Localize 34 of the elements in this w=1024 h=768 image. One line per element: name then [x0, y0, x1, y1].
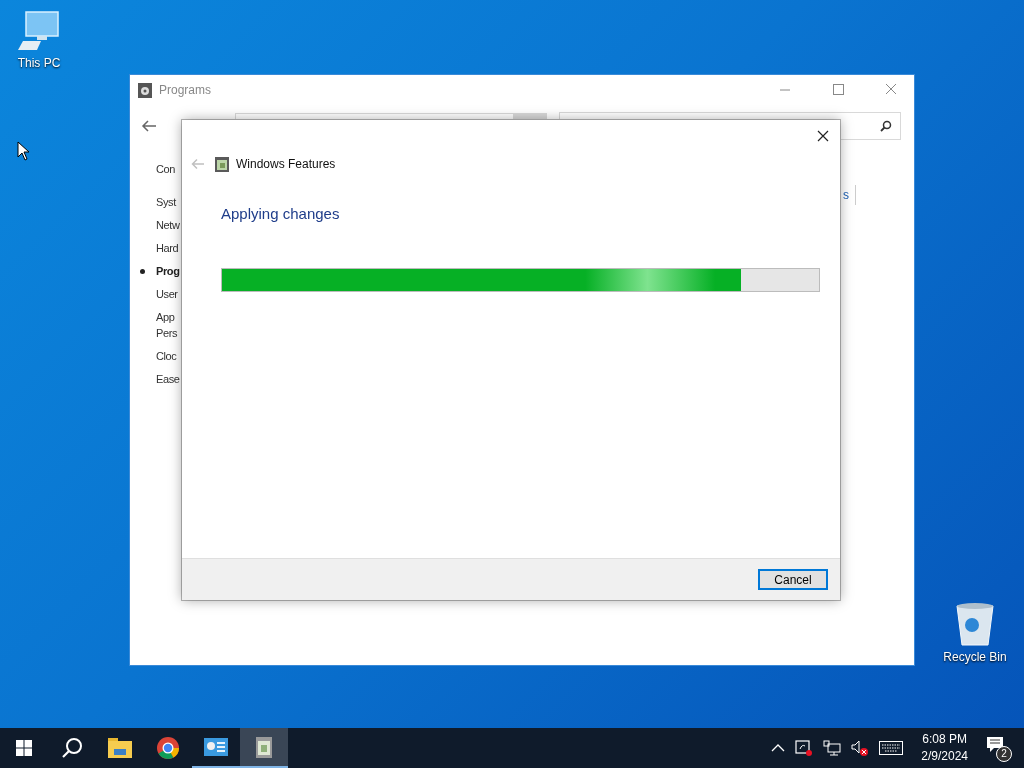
- dialog-title: Windows Features: [236, 157, 336, 171]
- search-icon: [61, 737, 83, 759]
- cancel-button[interactable]: Cancel: [758, 569, 828, 590]
- muted-speaker-icon[interactable]: [851, 740, 870, 756]
- computer-icon: [17, 10, 61, 52]
- clock[interactable]: 6:08 PM 2/9/2024: [921, 731, 968, 765]
- shortcut-label: This PC: [17, 56, 61, 70]
- features-icon: [255, 736, 273, 758]
- folder-icon: [108, 738, 132, 758]
- chevron-up-icon[interactable]: [771, 744, 786, 752]
- features-icon: [214, 156, 230, 172]
- window-title: Programs: [159, 83, 211, 97]
- taskbar-app-button[interactable]: [240, 728, 288, 768]
- link-text[interactable]: s: [843, 188, 849, 202]
- security-icon[interactable]: [795, 740, 814, 756]
- mouse-pointer-icon: [17, 141, 31, 161]
- notification-badge: 2: [996, 746, 1012, 762]
- sidebar-link[interactable]: Prog: [140, 263, 914, 279]
- desktop-shortcut[interactable]: This PC: [10, 10, 68, 70]
- windows-logo-icon: [16, 740, 32, 756]
- close-button[interactable]: [817, 130, 829, 142]
- browser-icon: [156, 736, 180, 760]
- desktop-shortcut[interactable]: Recycle Bin: [940, 602, 1010, 664]
- clock-time: 6:08 PM: [922, 731, 967, 748]
- shortcut-label: Recycle Bin: [943, 650, 1007, 664]
- status-heading: Applying changes: [221, 205, 341, 222]
- network-icon[interactable]: [823, 740, 842, 756]
- search-icon: [880, 120, 892, 132]
- clock-date: 2/9/2024: [921, 748, 968, 765]
- recycle-bin-icon: [955, 602, 995, 646]
- disc-box-icon: [138, 82, 152, 98]
- keyboard-icon[interactable]: [879, 741, 904, 755]
- control-panel-icon: [204, 738, 228, 756]
- back-arrow-icon[interactable]: [141, 119, 157, 133]
